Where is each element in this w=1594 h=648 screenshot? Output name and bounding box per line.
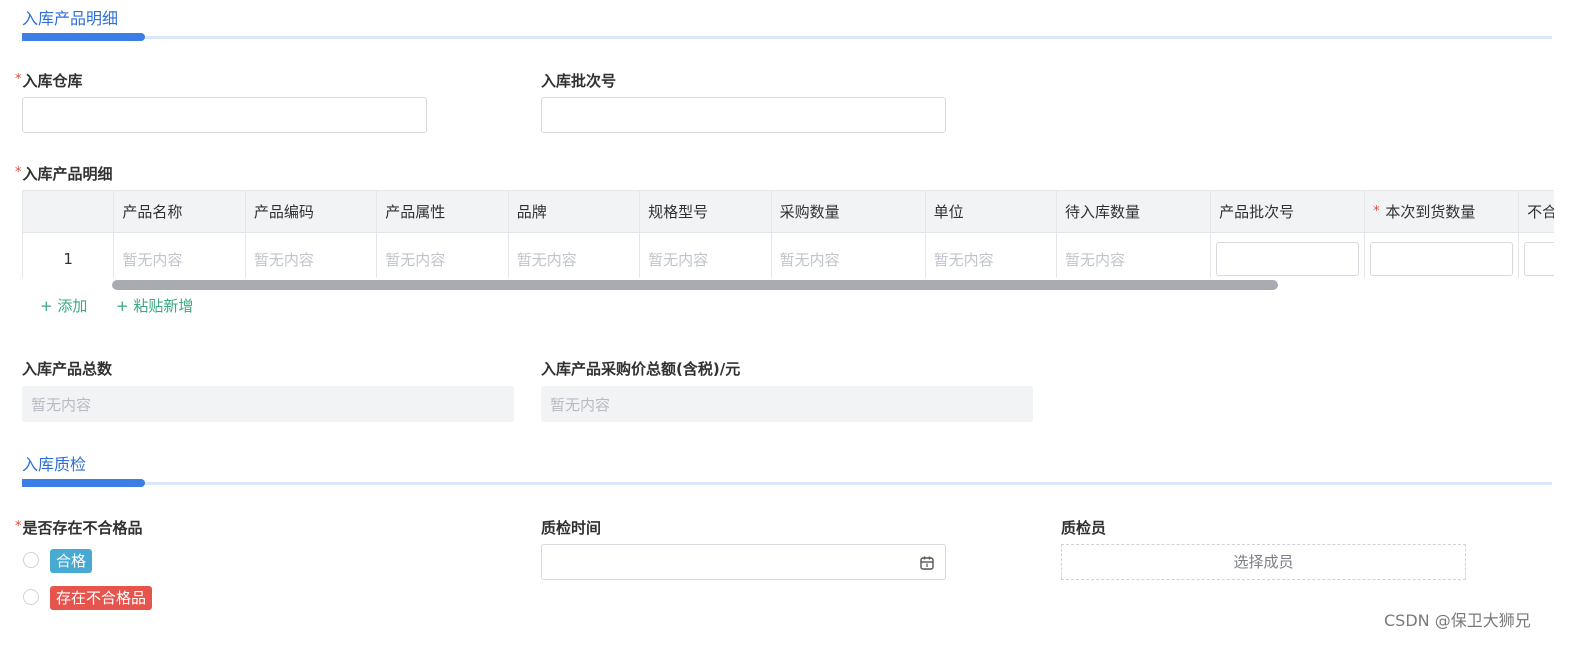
total-amount-field: 暂无内容 [541, 386, 1033, 422]
table-cell: 暂无内容 [507, 232, 641, 278]
calendar-icon[interactable] [919, 555, 935, 571]
table-header-cell: 待入库数量 [1056, 190, 1212, 233]
section-divider [22, 36, 1552, 39]
total-amount-label: 入库产品采购价总额(含税)/元 [541, 360, 741, 378]
table-header-row: 产品名称 产品编码 产品属性 品牌 规格型号 采购数量 单位 待入库数量 产品批… [22, 190, 1554, 233]
arrival-qty-input[interactable] [1370, 242, 1514, 276]
batch-no-label: 入库批次号 [541, 72, 617, 90]
batch-no-input[interactable] [541, 97, 946, 133]
radio-pass[interactable] [23, 552, 39, 568]
inspector-label: 质检员 [1061, 519, 1107, 537]
qc-time-input[interactable] [541, 544, 946, 580]
has-defect-label: *是否存在不合格品 [15, 519, 143, 537]
table-header-cell: 产品名称 [113, 190, 246, 233]
table-header-index [22, 190, 115, 233]
warehouse-input[interactable] [22, 97, 427, 133]
table-row: 1 暂无内容 暂无内容 暂无内容 暂无内容 暂无内容 暂无内容 暂无内容 暂无内… [22, 232, 1554, 278]
select-member-button[interactable]: 选择成员 [1061, 544, 1466, 580]
tag-pass[interactable]: 合格 [50, 549, 93, 573]
table-header-cell: 规格型号 [639, 190, 772, 233]
section-title-inbound: 入库产品明细 [22, 9, 119, 28]
row-index: 1 [22, 232, 115, 278]
defect-qty-cell [1518, 232, 1554, 278]
watermark: CSDN @保卫大狮兄 [1384, 611, 1531, 630]
section-accent-bar [22, 33, 145, 41]
batch-cell [1210, 232, 1366, 278]
table-cell: 暂无内容 [376, 232, 509, 278]
table-cell: 暂无内容 [770, 232, 926, 278]
table-header-cell: 采购数量 [770, 190, 926, 233]
table-header-cell: * 本次到货数量 [1364, 190, 1520, 233]
warehouse-label: *入库仓库 [15, 72, 83, 90]
table-horizontal-scrollbar[interactable] [112, 280, 1278, 290]
table-header-cell: 产品编码 [244, 190, 378, 233]
product-table-label: *入库产品明细 [15, 165, 113, 183]
table-cell: 暂无内容 [113, 232, 246, 278]
arrival-qty-cell [1364, 232, 1520, 278]
table-header-cell: 单位 [924, 190, 1058, 233]
table-cell: 暂无内容 [1056, 232, 1212, 278]
product-table-wrapper: 产品名称 产品编码 产品属性 品牌 规格型号 采购数量 单位 待入库数量 产品批… [22, 190, 1554, 278]
paste-add-button[interactable]: + 粘贴新增 [116, 295, 193, 316]
section-title-qc: 入库质检 [22, 455, 87, 474]
table-header-cell: 产品批次号 [1210, 190, 1366, 233]
tag-defect[interactable]: 存在不合格品 [50, 586, 153, 610]
table-cell: 暂无内容 [244, 232, 378, 278]
add-row-button[interactable]: + 添加 [40, 295, 87, 316]
table-header-cell: 产品属性 [376, 190, 509, 233]
defect-qty-input[interactable] [1524, 242, 1554, 276]
table-cell: 暂无内容 [924, 232, 1058, 278]
total-count-label: 入库产品总数 [22, 360, 113, 378]
table-header-cell: 不合格数 [1518, 190, 1554, 233]
qc-time-label: 质检时间 [541, 519, 602, 537]
section-accent-bar [22, 479, 145, 487]
product-table: 产品名称 产品编码 产品属性 品牌 规格型号 采购数量 单位 待入库数量 产品批… [22, 190, 1554, 278]
table-header-cell: 品牌 [507, 190, 641, 233]
radio-defect[interactable] [23, 589, 39, 605]
total-count-field: 暂无内容 [22, 386, 514, 422]
table-cell: 暂无内容 [639, 232, 772, 278]
section-divider [22, 482, 1552, 485]
product-batch-input[interactable] [1216, 242, 1360, 276]
